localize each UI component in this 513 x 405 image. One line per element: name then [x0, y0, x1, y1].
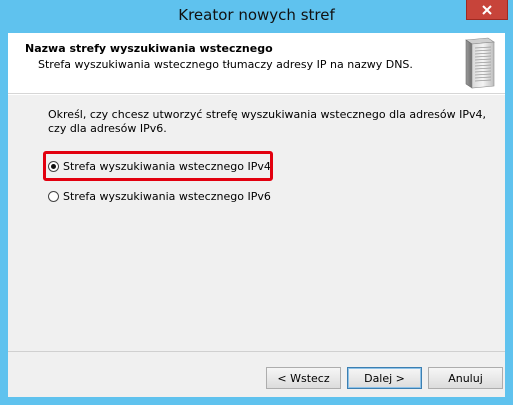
server-icon: [465, 37, 495, 89]
wizard-window: Kreator nowych stref Nazwa strefy wyszuk…: [0, 0, 513, 405]
page-title: Nazwa strefy wyszukiwania wstecznego: [25, 42, 273, 55]
instruction-text: Określ, czy chcesz utworzyć strefę wyszu…: [48, 108, 486, 135]
radio-button-unselected[interactable]: [48, 191, 59, 202]
page-subtitle: Strefa wyszukiwania wstecznego tłumaczy …: [38, 58, 413, 71]
close-icon: [482, 4, 492, 15]
wizard-client-area: Nazwa strefy wyszukiwania wstecznego Str…: [8, 33, 505, 397]
radio-ipv6[interactable]: Strefa wyszukiwania wstecznego IPv6: [48, 190, 271, 203]
footer-divider: [8, 351, 505, 352]
header-divider: [8, 94, 505, 95]
radio-ipv6-label: Strefa wyszukiwania wstecznego IPv6: [63, 190, 271, 203]
highlight-annotation: [43, 151, 273, 181]
window-title: Kreator nowych stref: [178, 6, 335, 24]
close-button[interactable]: [466, 0, 508, 20]
next-button[interactable]: Dalej >: [347, 367, 422, 389]
cancel-button[interactable]: Anuluj: [428, 367, 503, 389]
title-bar[interactable]: Kreator nowych stref: [0, 0, 513, 33]
back-button[interactable]: < Wstecz: [266, 367, 341, 389]
wizard-header: Nazwa strefy wyszukiwania wstecznego Str…: [8, 33, 505, 94]
